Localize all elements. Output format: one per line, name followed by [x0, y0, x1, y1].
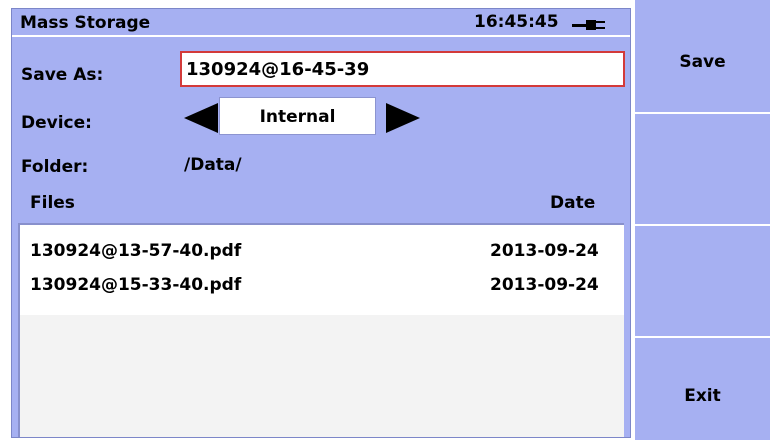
folder-path: /Data/ — [184, 155, 242, 175]
clock-time: 16:45:45 — [474, 12, 559, 32]
file-date: 2013-09-24 — [490, 275, 599, 295]
side-button-2[interactable] — [635, 112, 770, 224]
exit-button[interactable]: Exit — [635, 336, 770, 440]
title-bar: Mass Storage 16:45:45 — [12, 9, 630, 37]
file-row[interactable]: 130924@15-33-40.pdf 2013-09-24 — [20, 269, 624, 301]
filename-input[interactable] — [180, 51, 625, 87]
file-row[interactable]: 130924@13-57-40.pdf 2013-09-24 — [20, 235, 624, 267]
file-name: 130924@13-57-40.pdf — [30, 241, 242, 261]
side-button-3[interactable] — [635, 224, 770, 336]
screen-title: Mass Storage — [20, 13, 151, 33]
date-column-header: Date — [550, 193, 596, 213]
files-column-header: Files — [30, 193, 75, 213]
save-button[interactable]: Save — [635, 0, 770, 112]
device-prev-arrow-icon[interactable] — [184, 103, 218, 133]
main-panel: Mass Storage 16:45:45 Save As: Device: I… — [11, 8, 631, 438]
save-as-label: Save As: — [21, 65, 104, 85]
file-list[interactable]: 130924@13-57-40.pdf 2013-09-24 130924@15… — [18, 223, 624, 437]
device-label: Device: — [21, 113, 92, 133]
mass-storage-screen: Mass Storage 16:45:45 Save As: Device: I… — [0, 0, 770, 440]
save-button-label: Save — [679, 52, 726, 72]
ac-plug-icon — [572, 20, 605, 30]
device-selector[interactable]: Internal — [219, 97, 376, 135]
file-name: 130924@15-33-40.pdf — [30, 275, 242, 295]
device-next-arrow-icon[interactable] — [386, 103, 420, 133]
folder-label: Folder: — [21, 157, 89, 177]
exit-button-label: Exit — [684, 386, 721, 406]
file-date: 2013-09-24 — [490, 241, 599, 261]
